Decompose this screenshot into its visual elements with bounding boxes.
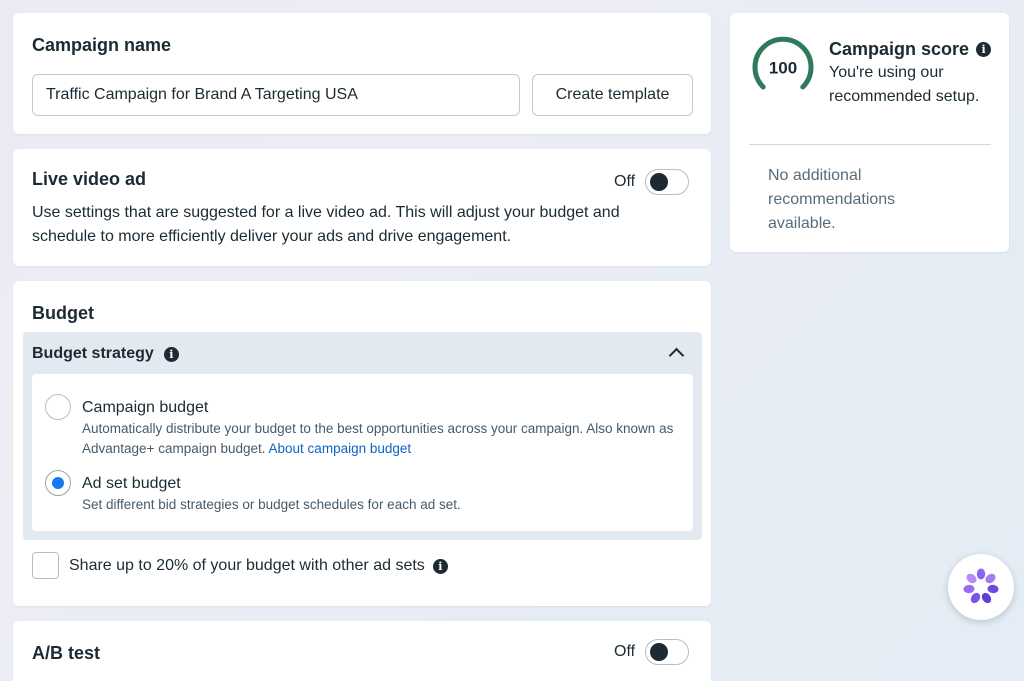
- petal-shape: [985, 573, 996, 584]
- score-gauge: 100: [752, 36, 814, 90]
- share-budget-label: Share up to 20% of your budget with othe…: [69, 557, 425, 574]
- live-video-ad-heading: Live video ad: [32, 169, 147, 189]
- campaign-budget-title: Campaign budget: [82, 399, 209, 416]
- ad-set-budget-title: Ad set budget: [82, 475, 181, 492]
- divider: [749, 144, 991, 145]
- info-icon[interactable]: i: [432, 558, 448, 574]
- campaign-name-heading: Campaign name: [32, 35, 172, 55]
- about-campaign-budget-link[interactable]: About campaign budget: [269, 441, 412, 456]
- no-recommendations-text: No additional recommendations available.: [768, 167, 896, 232]
- create-template-button[interactable]: Create template: [532, 74, 693, 116]
- info-icon[interactable]: i: [163, 346, 179, 362]
- info-icon[interactable]: i: [976, 42, 992, 57]
- live-video-ad-card: Live video ad Off Use settings that are …: [13, 149, 711, 266]
- campaign-name-card: Campaign name Traffic Campaign for Brand…: [13, 13, 711, 134]
- budget-strategy-title: Budget strategy: [32, 345, 154, 362]
- score-title-row: Campaign score i: [829, 39, 992, 60]
- toggle-knob: [650, 173, 669, 191]
- live-video-toggle-group: Off: [614, 169, 690, 195]
- ab-test-card: A/B test Off: [13, 621, 711, 681]
- toggle-knob: [650, 643, 669, 661]
- score-value: 100: [769, 58, 797, 77]
- petal-shape: [970, 592, 981, 604]
- petal-shape: [966, 573, 977, 584]
- petal-shape: [987, 584, 999, 594]
- petal-shape: [963, 584, 975, 594]
- petal-shape: [981, 592, 992, 604]
- campaign-name-input[interactable]: Traffic Campaign for Brand A Targeting U…: [32, 74, 520, 116]
- ad-set-budget-radio[interactable]: [45, 470, 71, 496]
- share-budget-checkbox[interactable]: [32, 552, 59, 579]
- chevron-up-icon[interactable]: [668, 347, 685, 364]
- budget-options: Campaign budget Automatically distribute…: [32, 374, 693, 531]
- assistant-icon: [963, 568, 999, 604]
- ad-set-budget-description: Set different bid strategies or budget s…: [82, 497, 461, 512]
- campaign-score-card: 100 Campaign score i You're using our re…: [730, 13, 1009, 252]
- petal-shape: [976, 568, 986, 580]
- budget-strategy-panel: Budget strategy i Campaign budget Automa…: [23, 332, 702, 540]
- campaign-budget-radio[interactable]: [45, 394, 71, 420]
- ab-test-heading: A/B test: [32, 643, 101, 663]
- ab-test-toggle[interactable]: [645, 639, 690, 665]
- ab-test-toggle-label: Off: [614, 643, 636, 660]
- assistant-button[interactable]: [948, 554, 1014, 620]
- live-video-toggle-label: Off: [614, 173, 636, 190]
- budget-heading: Budget: [32, 303, 94, 323]
- campaign-score-title: Campaign score: [829, 39, 970, 59]
- campaign-budget-description: Automatically distribute your budget to …: [82, 419, 682, 459]
- live-video-description: Use settings that are suggested for a li…: [32, 204, 620, 245]
- score-subtitle: You're using our recommended setup.: [829, 64, 980, 105]
- share-budget-row: Share up to 20% of your budget with othe…: [69, 554, 448, 578]
- ab-test-toggle-group: Off: [614, 639, 690, 665]
- budget-strategy-header[interactable]: Budget strategy i: [32, 345, 179, 363]
- live-video-toggle[interactable]: [645, 169, 690, 195]
- budget-card: Budget Budget strategy i Campaign budget…: [13, 281, 711, 606]
